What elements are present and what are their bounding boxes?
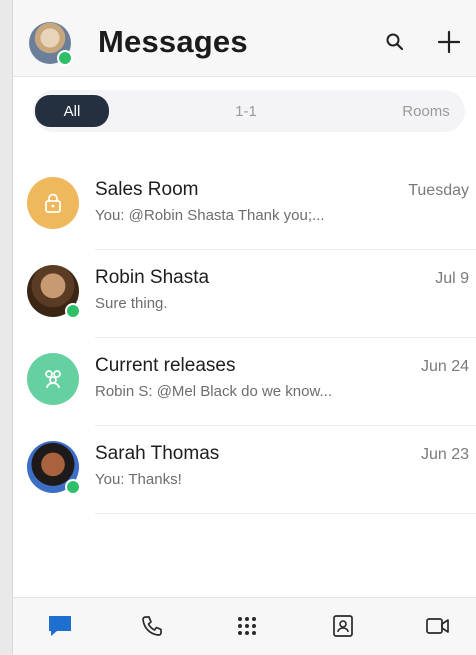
nav-calls[interactable]	[134, 608, 170, 644]
bottom-navigation	[13, 597, 476, 655]
conversation-item-current-releases[interactable]: Current releases Robin S: @Mel Black do …	[13, 338, 476, 426]
tab-rooms[interactable]: Rooms	[391, 96, 461, 126]
conversation-item-sales-room[interactable]: Sales Room You: @Robin Shasta Thank you;…	[13, 162, 476, 250]
conversation-time: Jun 24	[420, 358, 469, 375]
add-button[interactable]	[435, 28, 463, 56]
search-icon	[386, 33, 404, 51]
avatar	[27, 265, 81, 319]
nav-contacts[interactable]	[325, 608, 361, 644]
filter-tabs: All 1-1 Rooms	[33, 90, 465, 132]
video-icon	[426, 618, 449, 634]
conversation-list: Sales Room You: @Robin Shasta Thank you;…	[13, 162, 476, 514]
conversation-preview: Robin S: @Mel Black do we know...	[95, 383, 332, 400]
lock-icon	[45, 193, 61, 213]
conversation-name: Sarah Thomas	[95, 443, 220, 464]
tab-one-to-one[interactable]: 1-1	[221, 96, 271, 126]
messages-screen: Messages All 1-1 Rooms Sales Room You: @…	[12, 0, 476, 655]
conversation-preview: You: Thanks!	[95, 471, 182, 488]
conversation-name: Sales Room	[95, 179, 199, 200]
search-button[interactable]	[381, 28, 409, 56]
divider	[95, 513, 476, 514]
nav-messages[interactable]	[42, 608, 78, 644]
phone-icon	[142, 616, 162, 636]
space-avatar	[27, 353, 79, 405]
online-status-dot	[65, 303, 81, 319]
conversation-preview: Sure thing.	[95, 295, 168, 312]
page-title: Messages	[98, 24, 248, 59]
nav-meetings[interactable]	[420, 608, 456, 644]
conversation-time: Jun 23	[420, 446, 469, 463]
online-status-dot	[65, 479, 81, 495]
conversation-item-sarah-thomas[interactable]: Sarah Thomas You: Thanks! Jun 23	[13, 426, 476, 514]
tab-all[interactable]: All	[35, 95, 109, 127]
group-icon	[45, 370, 61, 389]
conversation-preview: You: @Robin Shasta Thank you;...	[95, 207, 325, 224]
conversation-time: Jul 9	[435, 270, 469, 287]
conversation-time: Tuesday	[408, 182, 469, 199]
message-icon	[49, 616, 71, 636]
user-avatar[interactable]	[29, 22, 73, 66]
contacts-icon	[333, 615, 353, 637]
conversation-item-robin-shasta[interactable]: Robin Shasta Sure thing. Jul 9	[13, 250, 476, 338]
app-header: Messages	[13, 0, 476, 77]
plus-icon	[437, 30, 461, 54]
conversation-name: Robin Shasta	[95, 267, 210, 288]
apps-grid-icon	[238, 617, 256, 635]
nav-apps[interactable]	[229, 608, 265, 644]
avatar	[27, 441, 81, 495]
online-status-dot	[57, 50, 73, 66]
conversation-name: Current releases	[95, 355, 236, 376]
space-avatar	[27, 177, 79, 229]
